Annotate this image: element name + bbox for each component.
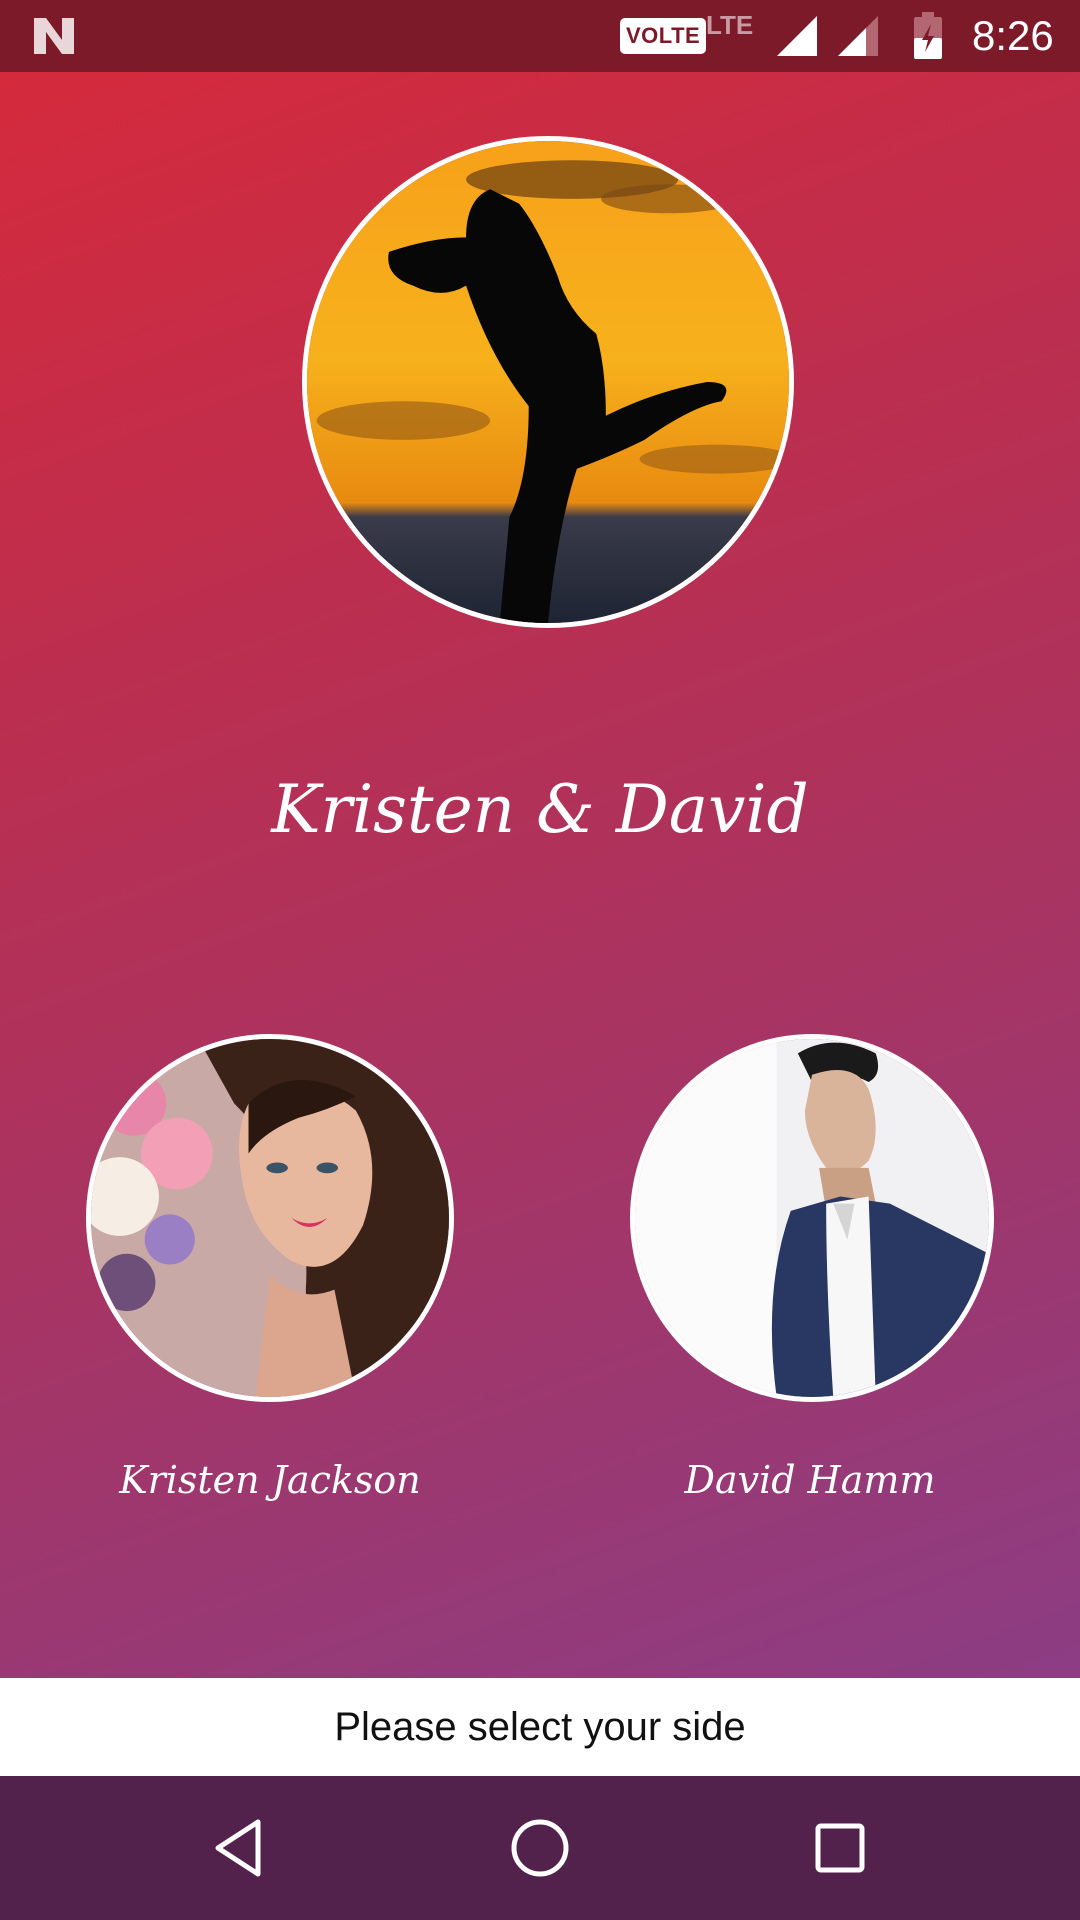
bride-photo[interactable] — [86, 1034, 454, 1402]
select-side-prompt: Please select your side — [0, 1678, 1080, 1776]
n-logo-icon — [34, 18, 74, 54]
volte-badge: VOLTE — [620, 18, 707, 54]
recents-icon[interactable] — [804, 1812, 876, 1884]
groom-name[interactable]: David Hamm — [610, 1452, 1010, 1508]
navigation-bar — [0, 1776, 1080, 1920]
couple-title: Kristen & David — [271, 771, 809, 848]
status-clock: 8:26 — [972, 12, 1054, 59]
home-icon[interactable] — [504, 1812, 576, 1884]
couple-photo — [302, 136, 794, 628]
groom-photo[interactable] — [630, 1034, 994, 1402]
select-side-prompt-text: Please select your side — [334, 1704, 746, 1749]
status-bar: VOLTE LTE 8:26 — [0, 0, 1080, 72]
main-content: Kristen & David Kristen Jackson David Ha… — [0, 72, 1080, 1678]
network-type-label: LTE — [706, 10, 754, 40]
back-icon[interactable] — [204, 1812, 276, 1884]
signal-icon — [838, 16, 878, 56]
signal-icon — [777, 16, 817, 56]
bride-name[interactable]: Kristen Jackson — [70, 1452, 470, 1508]
battery-charging-icon — [914, 12, 942, 59]
